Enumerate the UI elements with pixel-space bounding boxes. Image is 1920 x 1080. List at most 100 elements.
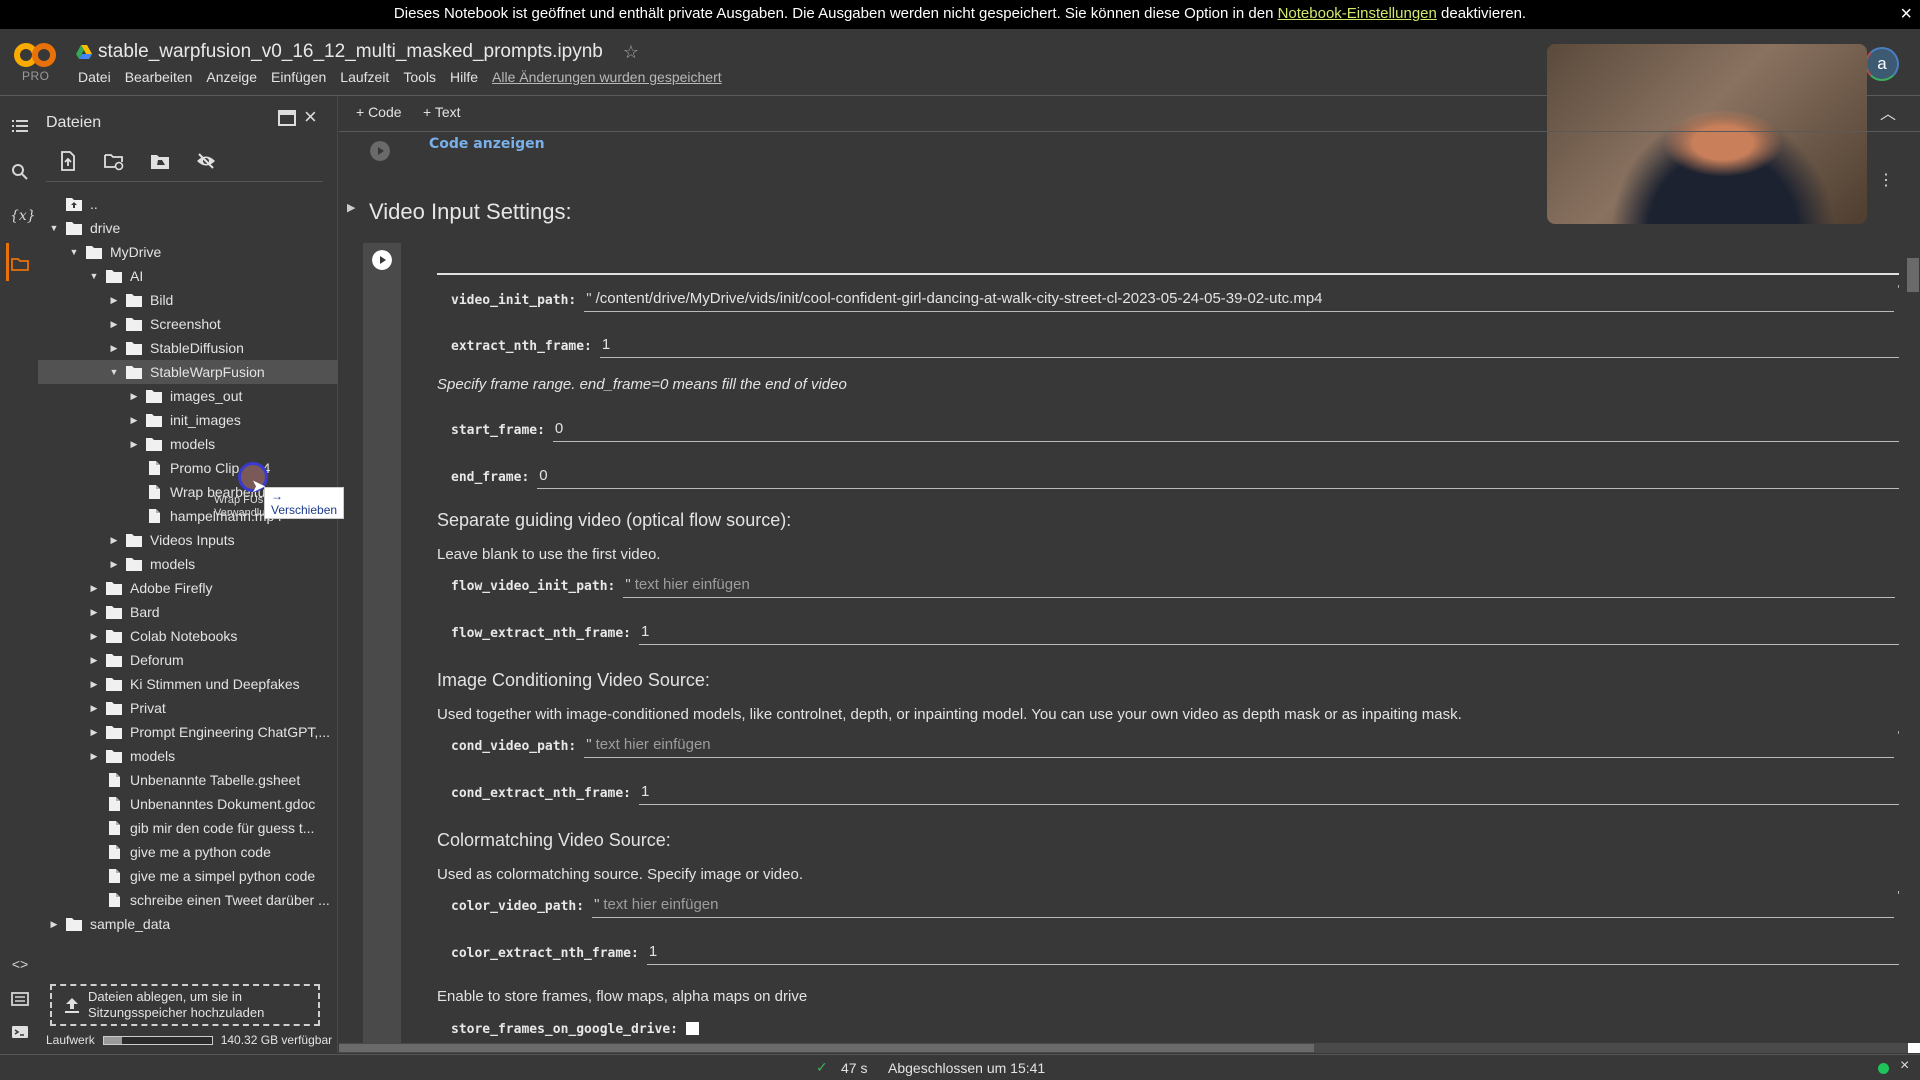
add-code-button[interactable]: + Code bbox=[356, 104, 402, 120]
vertical-scrollbar-thumb[interactable] bbox=[1907, 258, 1919, 292]
file-tree-folder[interactable]: ▶ images_out bbox=[38, 384, 338, 408]
close-status-icon[interactable]: × bbox=[1900, 1057, 1909, 1075]
save-status-link[interactable]: Alle Änderungen wurden gespeichert bbox=[485, 69, 722, 85]
caret-right-icon[interactable]: ▶ bbox=[108, 535, 120, 546]
colab-logo-icon[interactable] bbox=[14, 41, 56, 69]
file-tree-file[interactable]: give me a simpel python code bbox=[38, 864, 338, 888]
file-tree-folder[interactable]: ▶ models bbox=[38, 552, 338, 576]
file-tree-folder[interactable]: ▶ Bard bbox=[38, 600, 338, 624]
terminal-icon[interactable] bbox=[10, 1022, 30, 1042]
cond-extract-nth-frame-input[interactable]: 1 bbox=[639, 781, 1899, 805]
star-icon[interactable]: ☆ bbox=[623, 42, 639, 63]
caret-right-icon[interactable]: ▶ bbox=[88, 679, 100, 690]
mount-drive-icon[interactable] bbox=[150, 151, 170, 171]
flow-video-init-path-input[interactable]: "text hier einfügen" bbox=[623, 568, 1899, 598]
notebook-settings-link[interactable]: Notebook-Einstellungen bbox=[1278, 5, 1437, 22]
variables-icon[interactable]: {x} bbox=[10, 208, 36, 228]
file-tree-folder[interactable]: ▶ Adobe Firefly bbox=[38, 576, 338, 600]
caret-right-icon[interactable]: ▶ bbox=[108, 295, 120, 306]
run-cell-icon[interactable] bbox=[372, 250, 392, 270]
file-tree-folder[interactable]: ▼ drive bbox=[38, 216, 338, 240]
menu-laufzeit[interactable]: Laufzeit bbox=[333, 69, 396, 85]
file-tree-folder[interactable]: ▼ MyDrive bbox=[38, 240, 338, 264]
close-panel-icon[interactable]: × bbox=[304, 104, 317, 130]
file-tree-folder[interactable]: ▶ sample_data bbox=[38, 912, 338, 936]
chevron-up-icon[interactable]: ︿ bbox=[1880, 100, 1896, 124]
caret-right-icon[interactable]: ▶ bbox=[128, 439, 140, 450]
file-tree-folder[interactable]: ▶ init_images bbox=[38, 408, 338, 432]
caret-right-icon[interactable]: ▶ bbox=[108, 343, 120, 354]
file-tree-file[interactable]: Unbenanntes Dokument.gdoc bbox=[38, 792, 338, 816]
run-cell-icon[interactable] bbox=[370, 141, 390, 161]
menu-tools[interactable]: Tools bbox=[396, 69, 443, 85]
file-tree-file[interactable]: Promo Clip.mp4 bbox=[38, 456, 338, 480]
add-text-button[interactable]: + Text bbox=[423, 104, 461, 120]
file-tree-folder[interactable]: ▶ Prompt Engineering ChatGPT,... bbox=[38, 720, 338, 744]
caret-right-icon[interactable]: ▶ bbox=[88, 631, 100, 642]
section-expand-caret-icon[interactable]: ▶ bbox=[347, 201, 355, 214]
search-icon[interactable] bbox=[10, 162, 30, 182]
caret-right-icon[interactable]: ▶ bbox=[88, 583, 100, 594]
cond-video-path-input[interactable]: "text hier einfügen" bbox=[584, 728, 1899, 758]
file-tree-folder[interactable]: ▶ Screenshot bbox=[38, 312, 338, 336]
caret-down-icon[interactable]: ▼ bbox=[108, 367, 120, 377]
horizontal-scrollbar[interactable] bbox=[339, 1043, 1920, 1053]
file-tree-file[interactable]: give me a python code bbox=[38, 840, 338, 864]
start-frame-input[interactable]: 0 bbox=[552, 418, 1899, 442]
file-tree-folder[interactable]: ▶ Bild bbox=[38, 288, 338, 312]
menu-bearbeiten[interactable]: Bearbeiten bbox=[118, 69, 200, 85]
file-tree-file[interactable]: schreibe einen Tweet darüber ... bbox=[38, 888, 338, 912]
command-palette-icon[interactable] bbox=[10, 989, 30, 1009]
caret-right-icon[interactable]: ▶ bbox=[88, 655, 100, 666]
connection-status-icon[interactable] bbox=[1878, 1063, 1889, 1074]
refresh-folder-icon[interactable] bbox=[104, 151, 124, 171]
menu-einfuegen[interactable]: Einfügen bbox=[264, 69, 333, 85]
caret-down-icon[interactable]: ▼ bbox=[88, 271, 100, 281]
horizontal-scrollbar-thumb[interactable] bbox=[339, 1044, 1314, 1052]
color-video-path-input[interactable]: "text hier einfügen" bbox=[592, 888, 1899, 918]
close-banner-icon[interactable]: × bbox=[1900, 0, 1912, 28]
caret-right-icon[interactable]: ▶ bbox=[128, 391, 140, 402]
show-code-link[interactable]: Code anzeigen bbox=[429, 136, 545, 152]
menu-hilfe[interactable]: Hilfe bbox=[443, 69, 485, 85]
menu-datei[interactable]: Datei bbox=[71, 69, 118, 85]
file-tree-folder[interactable]: ▶ Privat bbox=[38, 696, 338, 720]
end-frame-input[interactable]: 0 bbox=[537, 465, 1899, 489]
video-init-path-input[interactable]: "/content/drive/MyDrive/vids/init/cool-c… bbox=[584, 282, 1899, 312]
file-tree-folder[interactable]: ▼ StableWarpFusion bbox=[38, 360, 338, 384]
file-tree-folder[interactable]: ▶ models bbox=[38, 432, 338, 456]
caret-down-icon[interactable]: ▼ bbox=[48, 223, 60, 233]
file-tree-folder[interactable]: ▶ Deforum bbox=[38, 648, 338, 672]
completion-time[interactable]: Abgeschlossen um 15:41 bbox=[888, 1060, 1045, 1076]
upload-drop-zone[interactable]: Dateien ablegen, um sie in Sitzungsspeic… bbox=[50, 984, 320, 1026]
file-tree-folder[interactable]: .. bbox=[38, 192, 338, 216]
file-tree-file[interactable]: Unbenannte Tabelle.gsheet bbox=[38, 768, 338, 792]
caret-right-icon[interactable]: ▶ bbox=[108, 559, 120, 570]
caret-right-icon[interactable]: ▶ bbox=[88, 703, 100, 714]
caret-right-icon[interactable]: ▶ bbox=[128, 415, 140, 426]
upload-file-icon[interactable] bbox=[58, 151, 78, 171]
open-in-tab-icon[interactable] bbox=[278, 110, 296, 126]
code-snippets-icon[interactable]: <> bbox=[10, 956, 30, 976]
menu-anzeige[interactable]: Anzeige bbox=[199, 69, 264, 85]
store-frames-checkbox[interactable] bbox=[685, 1022, 699, 1035]
caret-right-icon[interactable]: ▶ bbox=[88, 607, 100, 618]
toc-icon[interactable] bbox=[10, 116, 30, 136]
extract-nth-frame-input[interactable]: 1 bbox=[599, 334, 1899, 358]
folder-icon[interactable] bbox=[10, 254, 30, 274]
file-tree-folder[interactable]: ▶ Ki Stimmen und Deepfakes bbox=[38, 672, 338, 696]
file-tree-file[interactable]: gib mir den code für guess t... bbox=[38, 816, 338, 840]
file-tree-folder[interactable]: ▶ StableDiffusion bbox=[38, 336, 338, 360]
color-extract-nth-frame-input[interactable]: 1 bbox=[646, 941, 1899, 965]
caret-right-icon[interactable]: ▶ bbox=[88, 751, 100, 762]
file-tree-folder[interactable]: ▶ models bbox=[38, 744, 338, 768]
caret-down-icon[interactable]: ▼ bbox=[68, 247, 80, 257]
file-tree-folder[interactable]: ▼ AI bbox=[38, 264, 338, 288]
file-tree-folder[interactable]: ▶ Videos Inputs bbox=[38, 528, 338, 552]
file-tree-folder[interactable]: ▶ Colab Notebooks bbox=[38, 624, 338, 648]
avatar[interactable]: a bbox=[1865, 47, 1899, 81]
hide-files-icon[interactable] bbox=[196, 151, 216, 171]
notebook-title[interactable]: stable_warpfusion_v0_16_12_multi_masked_… bbox=[98, 41, 603, 63]
caret-right-icon[interactable]: ▶ bbox=[48, 919, 60, 930]
caret-right-icon[interactable]: ▶ bbox=[108, 319, 120, 330]
